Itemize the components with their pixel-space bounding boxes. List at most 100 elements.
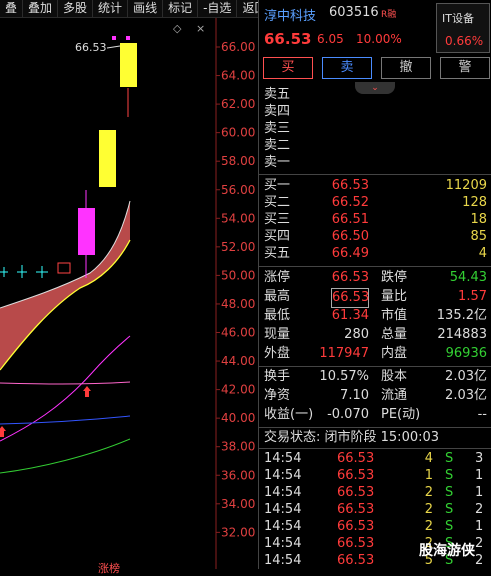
stat-label: 总量: [381, 327, 408, 342]
stat-row: 换手 10.57% 股本 2.03亿: [259, 368, 491, 386]
tick-volume: 2: [424, 519, 433, 534]
level-volume: 128: [462, 195, 487, 210]
level-volume: 85: [470, 229, 487, 244]
stat-row: 最高 66.53 量比 1.57: [259, 288, 491, 308]
level-price: 66.52: [331, 195, 369, 210]
kline-canvas: ◇ × 66.53 66.0064.0062.0060.0058.0056.00…: [0, 18, 255, 569]
high-marker-pointer: [106, 45, 121, 49]
tick-side: S: [445, 485, 454, 500]
tick-row: 14:54 66.53 2 S 1: [259, 484, 491, 501]
stat-value: 117947: [319, 346, 369, 361]
divider: [259, 427, 491, 428]
divider: [259, 366, 491, 367]
stat-label: 外盘: [264, 346, 291, 361]
toolbar-draw-line[interactable]: 画线: [128, 0, 164, 17]
stat-row: 最低 61.34 市值 135.2亿: [259, 307, 491, 325]
sector-box[interactable]: IT设备 0.66%: [436, 3, 490, 53]
trade-status: 交易状态: 闭市阶段 15:00:03: [259, 429, 491, 447]
close-icon[interactable]: ×: [196, 22, 205, 35]
buy-level-2: 买二 66.52 128: [259, 194, 491, 212]
toolbar-add-watchlist[interactable]: -自选: [198, 0, 238, 17]
level-label: 买四: [264, 229, 291, 244]
toolbar-mark[interactable]: 标记: [163, 0, 199, 17]
level-price: 66.51: [331, 212, 369, 227]
toolbar-multi-stock[interactable]: 多股: [58, 0, 94, 17]
stat-label: 现量: [264, 327, 291, 342]
price-axis-label: 54.00: [221, 211, 255, 225]
sell-level-3: 卖三: [259, 120, 491, 138]
tick-price: 66.53: [337, 485, 375, 500]
tick-row: 14:54 66.53 1 S 1: [259, 467, 491, 484]
kline-chart[interactable]: ◇ × 66.53 66.00 64.00 62.00 60.00 58.00 …: [0, 18, 258, 575]
tick-price: 66.53: [337, 553, 375, 568]
tick-volume: 2: [424, 485, 433, 500]
price-axis-label: 56.00: [221, 183, 255, 197]
watermark: 股海游侠: [419, 543, 475, 559]
diamond-icon[interactable]: ◇: [173, 22, 182, 35]
margin-flag-badge: R融: [381, 10, 397, 20]
tick-price: 66.53: [337, 502, 375, 517]
stat-row: 涨停 66.53 跌停 54.43: [259, 269, 491, 287]
candle-up-3[interactable]: [120, 43, 137, 87]
level-label: 卖三: [264, 121, 291, 136]
toolbar-overlay[interactable]: 叠加: [23, 0, 59, 17]
ma-green-line: [0, 438, 131, 474]
candle-limit-1[interactable]: [78, 208, 95, 255]
stat-value: 214883: [437, 327, 487, 342]
divider: [259, 448, 491, 449]
stat-value: 7.10: [340, 388, 369, 403]
buy-button[interactable]: 买: [263, 57, 313, 79]
stat-value: -0.070: [327, 407, 369, 422]
tick-price: 66.53: [337, 468, 375, 483]
cancel-order-button[interactable]: 撤: [381, 57, 431, 79]
price-axis-label: 34.00: [221, 497, 255, 511]
level-label: 卖一: [264, 155, 291, 170]
tick-time: 14:54: [264, 536, 302, 551]
price-axis-label: 42.00: [221, 383, 255, 397]
price-axis-label: 36.00: [221, 468, 255, 482]
level-volume: 4: [478, 246, 487, 261]
tick-count: 1: [475, 485, 484, 500]
sell-button[interactable]: 卖: [322, 57, 372, 79]
level-label: 卖二: [264, 138, 291, 153]
alert-button[interactable]: 警: [440, 57, 490, 79]
divider: [259, 174, 491, 175]
tick-count: 3: [475, 451, 484, 466]
level-volume: 18: [470, 212, 487, 227]
tick-time: 14:54: [264, 468, 302, 483]
stat-label: 涨停: [264, 270, 291, 285]
sell-level-1: 卖一: [259, 154, 491, 172]
sell-level-4: 卖四: [259, 103, 491, 121]
ma-magenta-line: [0, 335, 131, 442]
tick-count: 1: [475, 519, 484, 534]
candle-up-2[interactable]: [99, 130, 116, 187]
limit-up-badge[interactable]: 涨榜: [98, 560, 120, 576]
stat-row: 外盘 117947 内盘 96936: [259, 345, 491, 363]
tick-volume: 1: [424, 468, 433, 483]
tick-row: 14:54 66.53 2 S 2: [259, 501, 491, 518]
tick-count: 2: [475, 502, 484, 517]
level-label: 买二: [264, 195, 291, 210]
stat-value: 2.03亿: [445, 369, 487, 384]
toolbar-overlay-short[interactable]: 叠: [0, 0, 24, 17]
price-axis-label: 52.00: [221, 240, 255, 254]
price-axis: 66.00 64.00 62.00 60.00 58.00 56.00 54.00 52.00…: [216, 40, 255, 539]
tick-time: 14:54: [264, 519, 302, 534]
toolbar-statistics[interactable]: 统计: [93, 0, 129, 17]
tick-price: 66.53: [337, 519, 375, 534]
stock-code: 603516: [329, 5, 379, 20]
stat-value-highlighted: 66.53: [331, 288, 369, 308]
band-fill: [0, 201, 130, 370]
tick-side: S: [445, 451, 454, 466]
stock-name[interactable]: 淳中科技: [264, 5, 316, 24]
stat-label: 换手: [264, 369, 291, 384]
price-axis-label: 32.00: [221, 525, 255, 539]
level-volume: 11209: [445, 178, 487, 193]
ma-pink-line: [0, 381, 131, 385]
quote-header: 淳中科技 603516 R融 66.53 6.05 10.00% IT设备 0.…: [259, 0, 491, 54]
stat-label: 量比: [381, 289, 408, 304]
divider: [259, 266, 491, 267]
ma-blue-line: [0, 415, 131, 425]
price-axis-label: 50.00: [221, 268, 255, 282]
stat-label: 最低: [264, 308, 291, 323]
